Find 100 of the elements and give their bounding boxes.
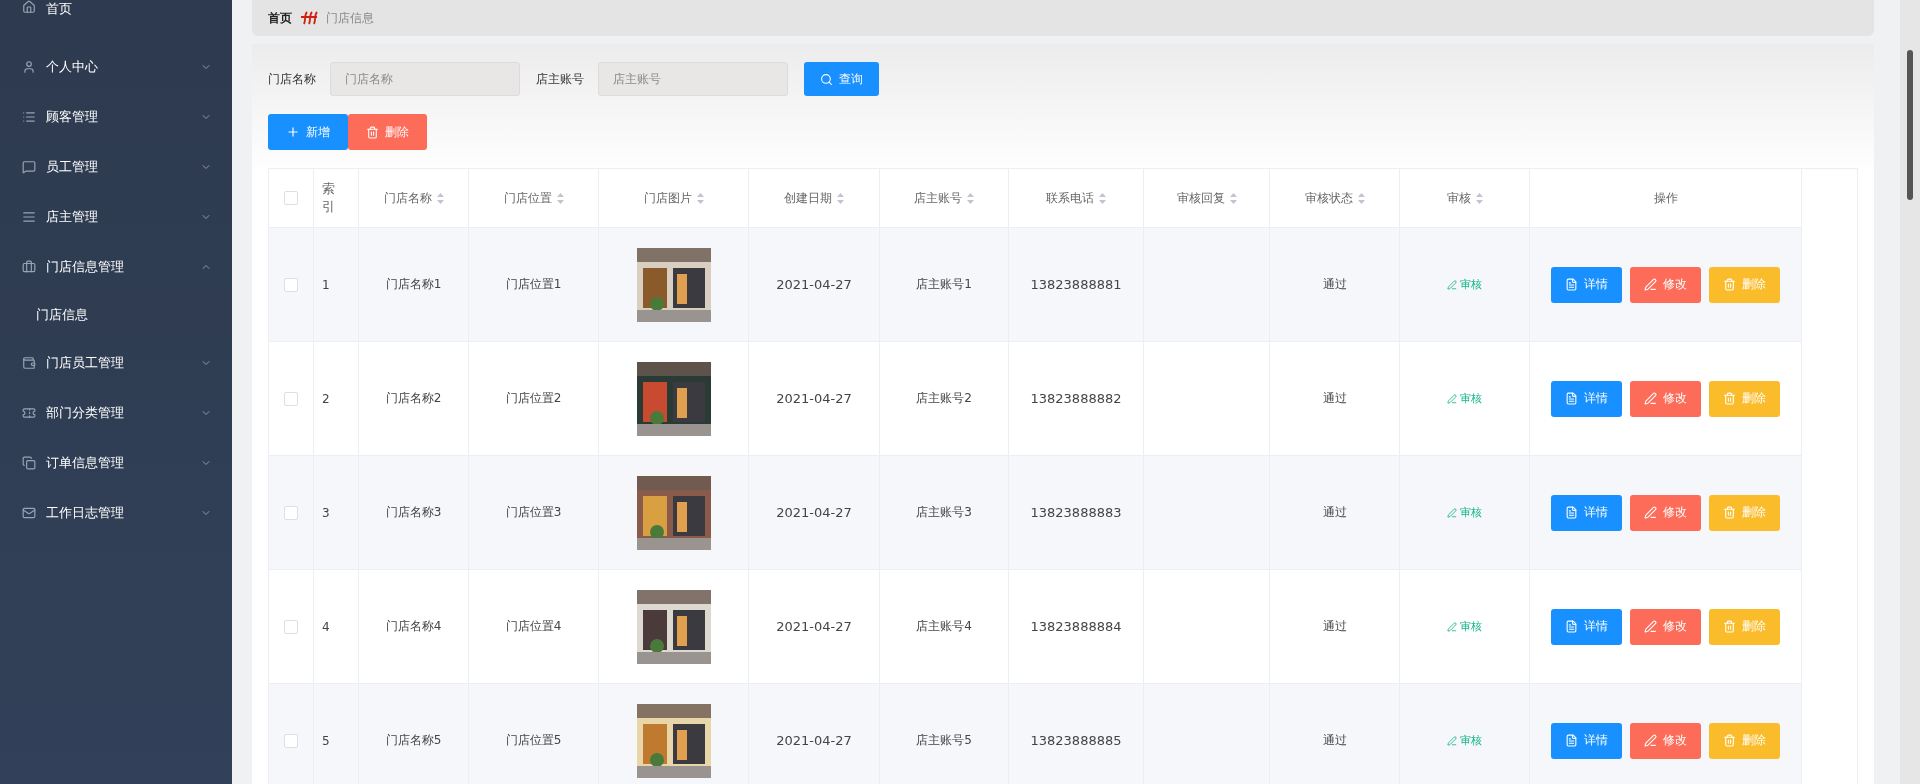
detail-button[interactable]: 详情: [1551, 266, 1622, 303]
document-icon: [1565, 506, 1578, 519]
table-cell: 店主账号1: [880, 228, 1009, 342]
search-icon: [820, 72, 833, 86]
delete-button[interactable]: 删除: [1709, 380, 1780, 417]
table-cell: 门店位置3: [469, 456, 599, 570]
checkbox[interactable]: [284, 391, 298, 406]
sidebar-item[interactable]: 门店员工管理: [0, 338, 232, 388]
table-cell: 门店名称5: [359, 684, 469, 784]
briefcase-icon: [22, 260, 36, 274]
column-label: 创建日期: [784, 189, 832, 207]
edit-button[interactable]: 修改: [1630, 722, 1701, 759]
checkbox[interactable]: [284, 505, 298, 520]
review-link[interactable]: 审核: [1447, 619, 1482, 634]
review-link[interactable]: 审核: [1447, 277, 1482, 292]
checkbox[interactable]: [284, 191, 298, 205]
trash-icon: [1723, 278, 1736, 291]
sidebar-item[interactable]: 员工管理: [0, 142, 232, 192]
sort-icon[interactable]: [1475, 192, 1483, 204]
column-label: 审核回复: [1176, 189, 1225, 207]
sort-icon[interactable]: [1099, 192, 1106, 204]
trash-icon: [1723, 392, 1736, 405]
detail-button[interactable]: 详情: [1551, 608, 1622, 645]
edit-button[interactable]: 修改: [1630, 266, 1701, 303]
sidebar-item[interactable]: 工作日志管理: [0, 488, 232, 538]
table-cell: 13823888882: [1009, 342, 1144, 456]
edit-button[interactable]: 修改: [1630, 608, 1701, 645]
sort-icon[interactable]: [556, 192, 564, 204]
column-label: 门店位置: [503, 189, 552, 207]
pen-icon: [1447, 621, 1457, 632]
checkbox[interactable]: [284, 733, 298, 748]
list-icon: [22, 110, 36, 124]
edit-button[interactable]: 修改: [1630, 380, 1701, 417]
breadcrumb-link[interactable]: 首页: [268, 9, 292, 27]
table-cell: 2021-04-27: [749, 228, 880, 342]
column-label: 操作: [1653, 189, 1678, 207]
column-label: 审核: [1446, 189, 1471, 207]
scrollbar-thumb[interactable]: [1907, 50, 1913, 200]
sidebar-item[interactable]: 个人中心: [0, 42, 232, 92]
review-link[interactable]: 审核: [1447, 505, 1482, 520]
detail-button[interactable]: 详情: [1551, 722, 1622, 759]
user-icon: [22, 60, 36, 74]
chat-icon: [22, 160, 36, 174]
table-cell: 2021-04-27: [749, 456, 880, 570]
pen-icon: [1644, 734, 1657, 747]
checkbox[interactable]: [284, 277, 298, 292]
sidebar-item[interactable]: 门店信息管理: [0, 242, 232, 292]
add-button[interactable]: 新增: [268, 114, 348, 150]
sort-icon[interactable]: [967, 192, 974, 204]
trash-icon: [1723, 734, 1736, 747]
sidebar-item[interactable]: 部门分类管理: [0, 388, 232, 438]
search-button[interactable]: 查询: [804, 62, 879, 96]
sort-icon[interactable]: [1229, 192, 1237, 204]
menu-icon: [22, 210, 36, 224]
column-label: 索引: [322, 179, 336, 216]
breadcrumb-current: 门店信息: [326, 9, 374, 27]
sidebar-item[interactable]: 顾客管理: [0, 92, 232, 142]
table-cell: 店主账号3: [880, 456, 1009, 570]
column-label: 店主账号: [914, 189, 962, 207]
sort-icon[interactable]: [1357, 192, 1365, 204]
delete-button[interactable]: 删除: [1709, 722, 1780, 759]
search-field[interactable]: 店主账号: [598, 62, 788, 96]
field-label: 门店名称: [268, 70, 316, 88]
pen-icon: [1447, 279, 1457, 290]
sidebar-item[interactable]: 首页: [0, 0, 232, 16]
table-cell: 门店位置1: [469, 228, 599, 342]
sidebar-item[interactable]: 店主管理: [0, 192, 232, 242]
table-cell: 13823888883: [1009, 456, 1144, 570]
sort-icon[interactable]: [436, 192, 444, 204]
document-icon: [1565, 620, 1578, 633]
separator-icon: [300, 11, 318, 25]
table-cell: 5: [314, 684, 359, 784]
pen-icon: [1644, 620, 1657, 633]
search-field[interactable]: 门店名称: [330, 62, 520, 96]
table-cell: 门店名称2: [359, 342, 469, 456]
sort-icon[interactable]: [837, 192, 844, 204]
pen-icon: [1644, 506, 1657, 519]
delete-button[interactable]: 删除: [1709, 266, 1780, 303]
detail-button[interactable]: 详情: [1551, 494, 1622, 531]
trash-icon: [1723, 506, 1736, 519]
checkbox[interactable]: [284, 619, 298, 634]
table-cell: 13823888884: [1009, 570, 1144, 684]
table-cell: 通过: [1270, 684, 1400, 784]
column-label: 联系电话: [1046, 189, 1094, 207]
table-cell: 2021-04-27: [749, 570, 880, 684]
table-cell: 2: [314, 342, 359, 456]
delete-button[interactable]: 删除: [1709, 494, 1780, 531]
review-link[interactable]: 审核: [1447, 733, 1482, 748]
copy-icon: [22, 456, 36, 470]
sort-icon[interactable]: [696, 192, 704, 204]
delete-button[interactable]: 删除: [348, 114, 427, 150]
table-cell: 通过: [1270, 228, 1400, 342]
table-cell: 3: [314, 456, 359, 570]
sidebar-item[interactable]: 订单信息管理: [0, 438, 232, 488]
detail-button[interactable]: 详情: [1551, 380, 1622, 417]
delete-button[interactable]: 删除: [1709, 608, 1780, 645]
table-cell: 店主账号5: [880, 684, 1009, 784]
table-cell: 4: [314, 570, 359, 684]
review-link[interactable]: 审核: [1447, 391, 1482, 406]
edit-button[interactable]: 修改: [1630, 494, 1701, 531]
